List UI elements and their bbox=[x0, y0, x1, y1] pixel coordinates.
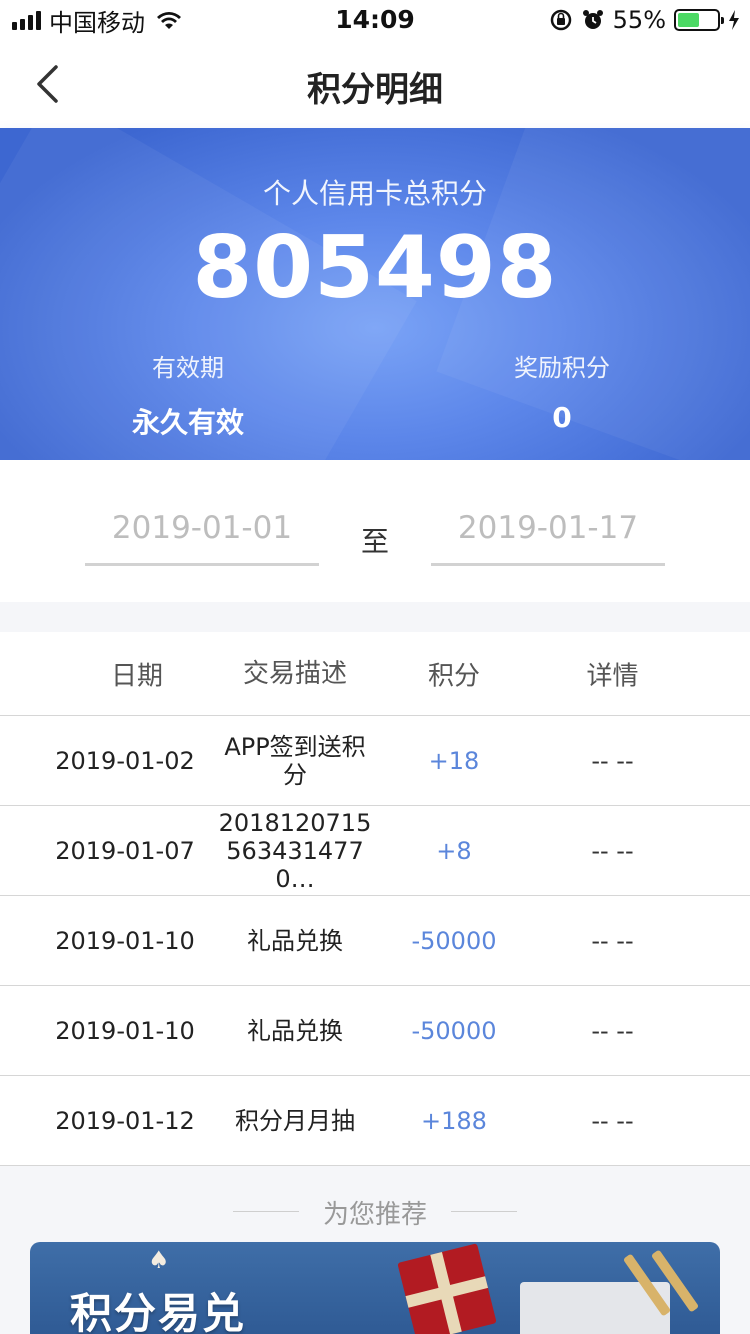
alarm-icon bbox=[582, 10, 603, 29]
header-description: 交易描述 bbox=[242, 658, 347, 689]
divider bbox=[451, 1211, 517, 1212]
table-row[interactable]: 2019-01-10 礼品兑换 -50000 -- -- bbox=[0, 896, 750, 986]
row-description: 20181207155634314770… bbox=[218, 808, 372, 893]
table-header: 日期 交易描述 积分 详情 bbox=[0, 632, 750, 716]
total-points-label: 个人信用卡总积分 bbox=[262, 177, 487, 210]
gift-box-icon bbox=[397, 1243, 497, 1334]
nav-bar: 积分明细 bbox=[0, 40, 750, 128]
row-points: +188 bbox=[421, 1106, 487, 1135]
spade-charm-icon: ♠ bbox=[148, 1246, 170, 1274]
validity-block: 有效期 永久有效 bbox=[68, 348, 308, 441]
charging-bolt-icon bbox=[729, 10, 739, 30]
table-row[interactable]: 2019-01-12 积分月月抽 +188 -- -- bbox=[0, 1076, 750, 1166]
row-date: 2019-01-12 bbox=[55, 1106, 195, 1135]
row-date: 2019-01-07 bbox=[55, 836, 195, 865]
row-description: 礼品兑换 bbox=[247, 926, 343, 955]
row-date: 2019-01-02 bbox=[55, 746, 195, 775]
row-points: +8 bbox=[436, 836, 472, 865]
row-date: 2019-01-10 bbox=[55, 926, 195, 955]
recommend-title: 为您推荐 bbox=[322, 1200, 427, 1230]
row-detail[interactable]: -- -- bbox=[545, 927, 680, 955]
bonus-points-value: 0 bbox=[552, 401, 572, 434]
table-row[interactable]: 2019-01-07 20181207155634314770… +8 -- -… bbox=[0, 806, 750, 896]
row-description: APP签到送积分 bbox=[224, 732, 366, 789]
row-detail[interactable]: -- -- bbox=[545, 837, 680, 865]
row-description: 积分月月抽 bbox=[235, 1106, 355, 1135]
orientation-lock-icon bbox=[550, 9, 571, 31]
row-points: -50000 bbox=[411, 926, 497, 955]
date-range-filter: 2019-01-01 至 2019-01-17 bbox=[0, 460, 750, 602]
table-body: 2019-01-02 APP签到送积分 +18 -- -- 2019-01-07… bbox=[0, 716, 750, 1166]
date-range-separator: 至 bbox=[360, 525, 389, 558]
bonus-points-block: 奖励积分 0 bbox=[442, 348, 682, 434]
row-points: +18 bbox=[428, 746, 480, 775]
total-points-value: 805498 bbox=[192, 218, 558, 318]
validity-value: 永久有效 bbox=[131, 406, 244, 439]
row-detail[interactable]: -- -- bbox=[545, 747, 680, 775]
status-bar: 中国移动 14:09 55% bbox=[0, 0, 750, 40]
table-row[interactable]: 2019-01-02 APP签到送积分 +18 -- -- bbox=[0, 716, 750, 806]
recommend-card-title: 积分易兑 bbox=[70, 1289, 247, 1334]
battery-icon bbox=[674, 9, 724, 31]
points-table: 日期 交易描述 积分 详情 2019-01-02 APP签到送积分 +18 --… bbox=[0, 632, 750, 1166]
battery-percent: 55% bbox=[612, 6, 666, 34]
row-date: 2019-01-10 bbox=[55, 1016, 195, 1045]
recommend-banner-card[interactable]: ♠ 积分易兑 bbox=[30, 1242, 720, 1334]
validity-label: 有效期 bbox=[152, 354, 224, 382]
header-points: 积分 bbox=[427, 661, 480, 691]
end-date-field[interactable]: 2019-01-17 bbox=[431, 510, 665, 566]
header-detail: 详情 bbox=[586, 661, 639, 691]
header-date: 日期 bbox=[110, 661, 163, 691]
bonus-points-label: 奖励积分 bbox=[514, 354, 610, 382]
recommend-section: 为您推荐 ♠ 积分易兑 bbox=[0, 1166, 750, 1334]
points-summary-banner: 个人信用卡总积分 805498 有效期 永久有效 奖励积分 0 bbox=[0, 128, 750, 460]
battery-level bbox=[678, 13, 699, 27]
start-date-field[interactable]: 2019-01-01 bbox=[85, 510, 319, 566]
table-row[interactable]: 2019-01-10 礼品兑换 -50000 -- -- bbox=[0, 986, 750, 1076]
row-detail[interactable]: -- -- bbox=[545, 1107, 680, 1135]
row-detail[interactable]: -- -- bbox=[545, 1017, 680, 1045]
row-description: 礼品兑换 bbox=[247, 1016, 343, 1045]
page-title: 积分明细 bbox=[307, 70, 443, 110]
row-points: -50000 bbox=[411, 1016, 497, 1045]
